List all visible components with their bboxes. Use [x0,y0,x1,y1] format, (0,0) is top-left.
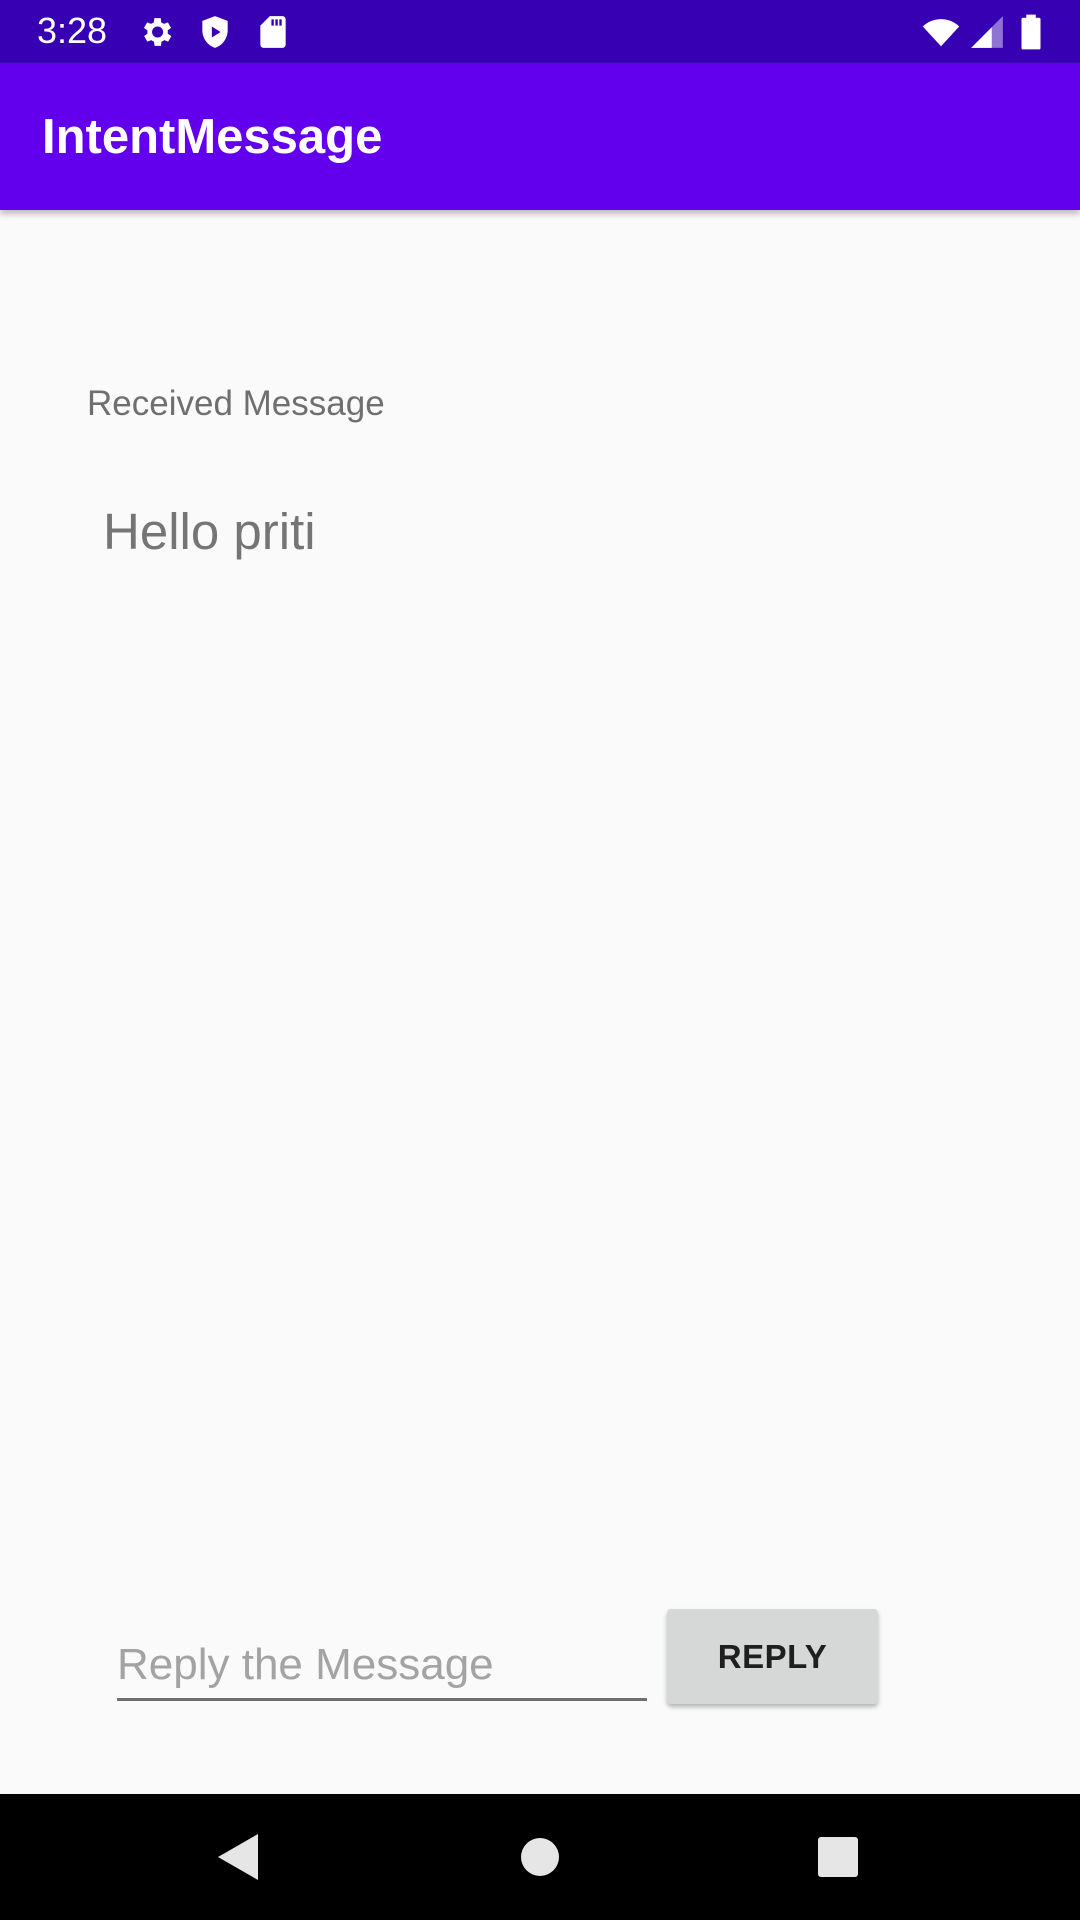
status-time: 3:28 [37,10,108,51]
status-bar: 3:28 [0,0,1080,63]
screen: 3:28 IntentMessage Received Message Hell… [0,0,1080,1920]
shield-play-icon [196,13,234,51]
sd-card-icon [254,13,292,51]
navigation-bar [0,1794,1080,1920]
app-bar: IntentMessage [0,63,1080,210]
app-title: IntentMessage [42,110,383,164]
received-message-label: Received Message [87,384,385,423]
recents-icon[interactable] [803,1822,873,1892]
received-message-text: Hello priti [103,503,316,560]
back-icon[interactable] [204,1822,274,1892]
reply-button[interactable]: REPLY [667,1609,878,1704]
wifi-icon [922,13,960,51]
cellular-signal-icon [968,13,1006,51]
settings-icon [137,13,175,51]
home-icon[interactable] [505,1822,575,1892]
battery-icon [1012,13,1050,51]
reply-input[interactable] [117,1632,647,1701]
